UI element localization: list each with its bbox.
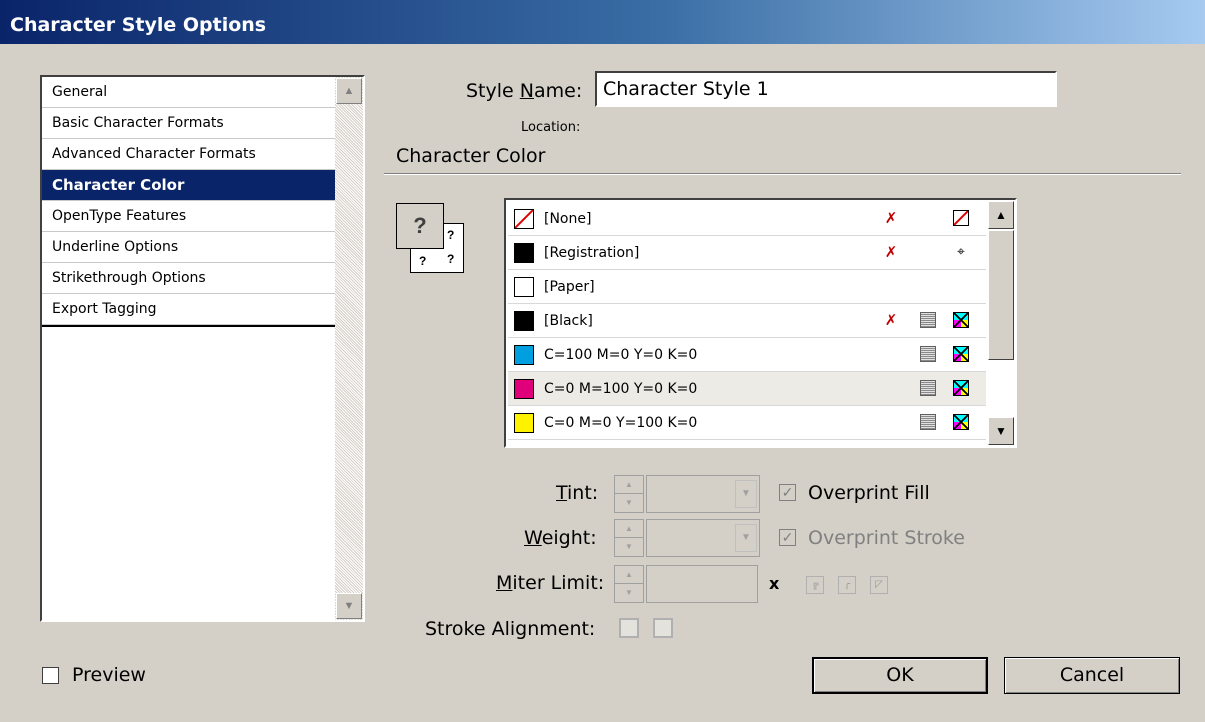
stroke-alignment-label: Stroke Alignment: bbox=[425, 618, 596, 640]
category-general[interactable]: General bbox=[42, 77, 337, 108]
section-title: Character Color bbox=[396, 145, 546, 167]
align-inside-icon[interactable] bbox=[653, 618, 673, 638]
fill-stroke-proxy[interactable]: ? ? ? ? bbox=[396, 203, 472, 275]
no-edit-icon: ✗ bbox=[884, 243, 898, 261]
swatch-row-registration[interactable]: [Registration] ✗ ⌖ bbox=[508, 236, 986, 270]
preview-checkbox[interactable] bbox=[42, 667, 59, 684]
window-title: Character Style Options bbox=[10, 14, 267, 36]
swatch-list[interactable]: [None] ✗ [Registration] ✗ ⌖ [Paper] [Bla… bbox=[504, 198, 1017, 448]
none-swatch-icon bbox=[953, 210, 969, 226]
miter-decrement[interactable]: ▼ bbox=[615, 584, 643, 602]
color-type-icon bbox=[920, 312, 936, 328]
weight-stepper[interactable]: ▲ ▼ bbox=[614, 519, 644, 557]
swatch-scroll-up-button[interactable]: ▲ bbox=[988, 201, 1014, 229]
miter-limit-label: Miter Limit: bbox=[496, 572, 605, 594]
swatch-chip bbox=[514, 311, 534, 331]
swatch-chip bbox=[514, 209, 534, 229]
category-list[interactable]: General Basic Character Formats Advanced… bbox=[40, 75, 365, 622]
registration-icon: ⌖ bbox=[957, 244, 965, 260]
swatch-row-cyan[interactable]: C=100 M=0 Y=0 K=0 bbox=[508, 338, 986, 372]
cmyk-mode-icon bbox=[953, 380, 969, 396]
color-type-icon bbox=[920, 346, 936, 362]
swatch-chip bbox=[514, 243, 534, 263]
miter-join-icon[interactable]: ╔ bbox=[806, 576, 824, 594]
no-edit-icon: ✗ bbox=[884, 209, 898, 227]
category-opentype-features[interactable]: OpenType Features bbox=[42, 201, 337, 232]
swatch-row-paper[interactable]: [Paper] bbox=[508, 270, 986, 304]
swatch-row-magenta[interactable]: C=0 M=100 Y=0 K=0 bbox=[508, 372, 986, 406]
category-underline-options[interactable]: Underline Options bbox=[42, 232, 337, 263]
section-divider bbox=[384, 173, 1181, 175]
location-label: Location: bbox=[521, 120, 581, 135]
swatch-row-yellow[interactable]: C=0 M=0 Y=100 K=0 bbox=[508, 406, 986, 440]
swatch-chip bbox=[514, 413, 534, 433]
category-advanced-character-formats[interactable]: Advanced Character Formats bbox=[42, 139, 337, 170]
tint-field[interactable]: ▼ bbox=[646, 475, 760, 513]
category-character-color[interactable]: Character Color bbox=[42, 170, 337, 201]
overprint-stroke-checkbox[interactable]: ✓ bbox=[779, 529, 796, 546]
cmyk-mode-icon bbox=[953, 414, 969, 430]
swatch-scroll-thumb[interactable] bbox=[988, 230, 1014, 360]
miter-increment[interactable]: ▲ bbox=[615, 566, 643, 584]
fill-proxy[interactable]: ? bbox=[396, 203, 444, 249]
category-basic-character-formats[interactable]: Basic Character Formats bbox=[42, 108, 337, 139]
cmyk-mode-icon bbox=[953, 312, 969, 328]
cmyk-mode-icon bbox=[953, 346, 969, 362]
category-export-tagging[interactable]: Export Tagging bbox=[42, 294, 337, 325]
overprint-stroke-label: Overprint Stroke bbox=[808, 527, 965, 549]
swatch-chip bbox=[514, 345, 534, 365]
swatch-chip bbox=[514, 277, 534, 297]
weight-decrement[interactable]: ▼ bbox=[615, 538, 643, 556]
ok-button[interactable]: OK bbox=[812, 657, 988, 694]
title-bar: Character Style Options bbox=[0, 0, 1205, 44]
swatch-scrollbar[interactable]: ▲ ▼ bbox=[987, 200, 1015, 446]
miter-limit-field[interactable] bbox=[646, 565, 758, 603]
tint-label: Tint: bbox=[556, 482, 599, 504]
miter-unit: x bbox=[769, 574, 780, 593]
tint-dropdown-arrow[interactable]: ▼ bbox=[735, 480, 757, 508]
swatch-row-none[interactable]: [None] ✗ bbox=[508, 202, 986, 236]
scroll-down-button[interactable]: ▼ bbox=[336, 593, 362, 619]
preview-label: Preview bbox=[72, 664, 146, 686]
style-name-label: Style Name: bbox=[466, 80, 583, 102]
style-name-input[interactable]: Character Style 1 bbox=[595, 71, 1057, 107]
tint-decrement[interactable]: ▼ bbox=[615, 494, 643, 512]
overprint-fill-label: Overprint Fill bbox=[808, 482, 930, 504]
swatch-row-black[interactable]: [Black] ✗ bbox=[508, 304, 986, 338]
category-list-empty-area bbox=[42, 325, 337, 620]
no-edit-icon: ✗ bbox=[884, 311, 898, 329]
tint-stepper[interactable]: ▲ ▼ bbox=[614, 475, 644, 513]
category-strikethrough-options[interactable]: Strikethrough Options bbox=[42, 263, 337, 294]
swatch-chip bbox=[514, 379, 534, 399]
color-type-icon bbox=[920, 380, 936, 396]
swatch-scroll-down-button[interactable]: ▼ bbox=[988, 417, 1014, 445]
round-join-icon[interactable]: ╭ bbox=[838, 576, 856, 594]
overprint-fill-checkbox[interactable]: ✓ bbox=[779, 484, 796, 501]
miter-limit-stepper[interactable]: ▲ ▼ bbox=[614, 565, 644, 603]
tint-increment[interactable]: ▲ bbox=[615, 476, 643, 494]
weight-dropdown-arrow[interactable]: ▼ bbox=[735, 524, 757, 552]
weight-label: Weight: bbox=[524, 527, 597, 549]
category-scrollbar[interactable]: ▲ ▼ bbox=[335, 77, 363, 620]
category-list-items: General Basic Character Formats Advanced… bbox=[42, 77, 337, 620]
color-type-icon bbox=[920, 414, 936, 430]
weight-increment[interactable]: ▲ bbox=[615, 520, 643, 538]
align-center-icon[interactable] bbox=[619, 618, 639, 638]
bevel-join-icon[interactable]: ◸ bbox=[870, 576, 888, 594]
cancel-button[interactable]: Cancel bbox=[1004, 657, 1180, 694]
weight-field[interactable]: ▼ bbox=[646, 519, 760, 557]
scroll-up-button[interactable]: ▲ bbox=[336, 78, 362, 104]
